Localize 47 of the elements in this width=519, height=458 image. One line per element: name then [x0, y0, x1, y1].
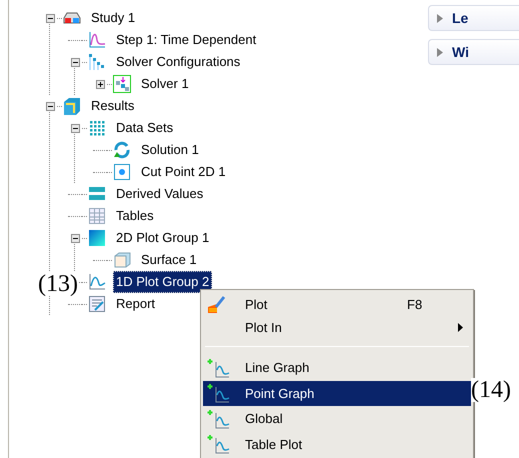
menu-item[interactable]: Global — [203, 406, 471, 432]
menu-item[interactable]: Point Graph — [203, 380, 471, 406]
add-graph-icon — [207, 434, 231, 454]
surface-box-icon — [112, 250, 132, 270]
collapse-toggle[interactable] — [46, 14, 54, 22]
solver-icon — [112, 74, 132, 94]
section-header[interactable]: Wi — [428, 39, 519, 65]
curve-chart-icon — [87, 30, 107, 50]
table-icon — [87, 206, 107, 226]
annotation-label: (13) — [38, 272, 78, 296]
line-graph-icon — [87, 272, 107, 292]
step-bars-icon — [87, 52, 107, 72]
tree-item[interactable]: Cut Point 2D 1 — [138, 161, 229, 183]
add-graph-icon — [207, 358, 231, 378]
tree-item[interactable]: Study 1 — [88, 7, 138, 29]
tree-item[interactable]: Derived Values — [113, 183, 206, 205]
annotation-label: (14) — [471, 378, 511, 402]
tree-item[interactable]: Solver 1 — [138, 73, 192, 95]
submenu-arrow-icon — [458, 323, 463, 332]
collapse-toggle[interactable] — [46, 102, 54, 110]
gradient-square-icon — [87, 228, 107, 248]
menu-item[interactable]: Line Graph — [203, 355, 471, 380]
collapse-toggle[interactable] — [70, 234, 80, 242]
tree-item[interactable]: Solution 1 — [138, 139, 202, 161]
refresh-icon — [112, 140, 132, 160]
section-header[interactable]: Le — [428, 5, 519, 31]
tree-item[interactable]: 2D Plot Group 1 — [113, 227, 212, 249]
cube-icon — [62, 96, 82, 116]
menu-item[interactable]: Plot F8 — [203, 293, 471, 316]
collapse-toggle[interactable] — [70, 58, 80, 66]
collapse-toggle[interactable] — [70, 124, 80, 132]
tree-item[interactable]: Step 1: Time Dependent — [113, 29, 260, 51]
point-icon — [112, 162, 132, 182]
menu-item[interactable]: Plot In — [203, 316, 471, 339]
tree-item[interactable]: Report — [113, 293, 158, 315]
tree-item[interactable]: 1D Plot Group 2 — [113, 271, 212, 293]
expand-toggle[interactable] — [96, 80, 104, 88]
add-graph-icon — [207, 408, 231, 429]
tree-item[interactable]: Surface 1 — [138, 249, 200, 271]
tree-item[interactable]: Data Sets — [113, 117, 176, 139]
tree-item[interactable]: Solver Configurations — [113, 51, 244, 73]
dot-grid-icon — [87, 118, 107, 138]
add-graph-icon — [207, 383, 231, 404]
tree-item[interactable]: Results — [88, 95, 138, 117]
report-icon — [87, 294, 107, 314]
tree-item[interactable]: Tables — [113, 205, 157, 227]
menu-item[interactable]: Table Plot — [203, 432, 471, 457]
